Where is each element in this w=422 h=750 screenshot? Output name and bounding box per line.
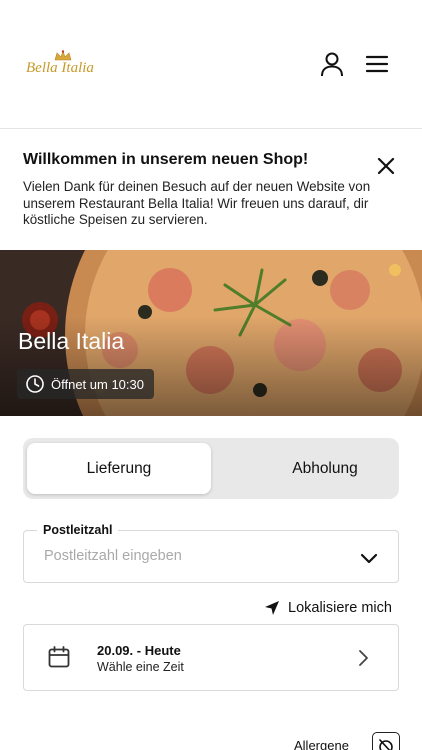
chevron-down-icon[interactable] <box>359 548 379 568</box>
location-arrow-icon <box>265 601 279 615</box>
delivery-option[interactable]: Lieferung <box>27 443 211 494</box>
allergen-filter-icon <box>379 739 393 750</box>
zip-code-field[interactable] <box>23 530 399 583</box>
locate-me-label: Lokalisiere mich <box>288 600 392 616</box>
delivery-time-picker[interactable]: 20.09. - Heute Wähle eine Zeit <box>23 624 399 691</box>
allergen-filter-button[interactable] <box>372 732 400 750</box>
chevron-right-icon <box>359 650 368 666</box>
logo-text: Bella Italia <box>26 60 94 76</box>
zip-code-input[interactable] <box>44 548 344 564</box>
app-header: Bella Italia <box>0 0 422 129</box>
close-icon <box>377 157 395 175</box>
restaurant-name: Bella Italia <box>18 328 125 354</box>
hamburger-menu-icon <box>365 55 389 73</box>
restaurant-hero-banner: Bella Italia Öffnet um 10:30 <box>0 250 422 416</box>
opening-hours-text: Öffnet um 10:30 <box>51 376 144 392</box>
clock-icon <box>26 375 44 393</box>
menu-button[interactable] <box>363 50 391 78</box>
locate-me-button[interactable]: Lokalisiere mich <box>264 598 392 618</box>
notice-body: Vielen Dank für deinen Besuch auf der ne… <box>23 179 371 227</box>
order-mode-toggle: Lieferung Abholung <box>23 438 399 499</box>
user-account-button[interactable] <box>318 50 346 78</box>
notice-title: Willkommen in unserem neuen Shop! <box>23 151 309 168</box>
opening-hours-badge: Öffnet um 10:30 <box>17 369 154 399</box>
pickup-option[interactable]: Abholung <box>233 443 417 494</box>
calendar-icon <box>48 646 70 668</box>
welcome-notice: Willkommen in unserem neuen Shop! Vielen… <box>0 130 422 250</box>
selected-date: 20.09. - Heute <box>97 643 181 658</box>
allergens-label: Allergene <box>294 738 349 750</box>
bella-italia-logo[interactable]: Bella Italia <box>22 48 104 82</box>
user-icon <box>321 52 343 77</box>
notice-close-button[interactable] <box>374 154 398 178</box>
choose-time-hint: Wähle eine Zeit <box>97 660 184 674</box>
zip-code-label: Postleitzahl <box>37 523 119 537</box>
